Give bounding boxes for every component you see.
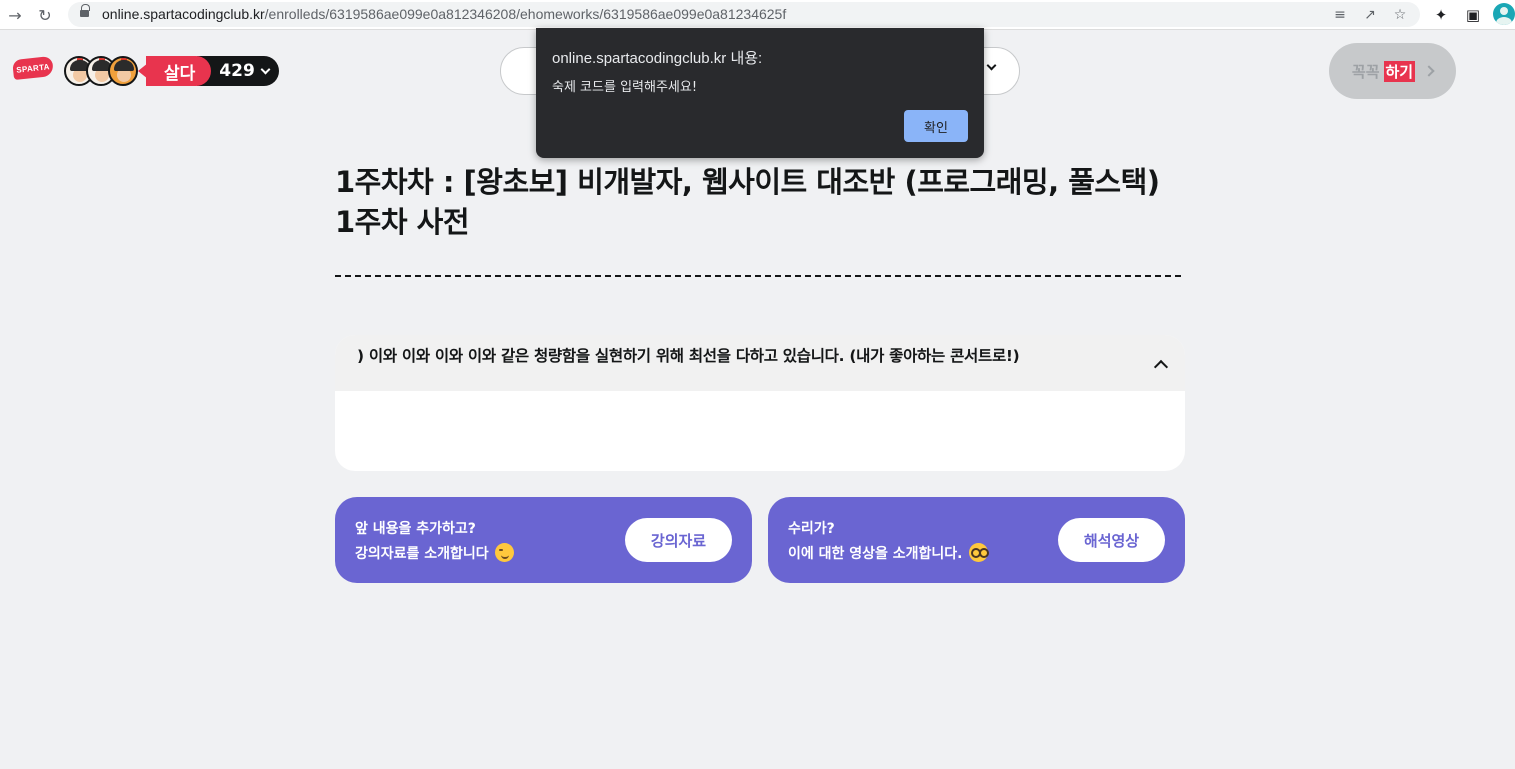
promo-line-1: 앞 내용을 추가하고?	[355, 521, 476, 537]
forward-arrow-icon[interactable]: →	[4, 4, 26, 26]
materials-promo: 앞 내용을 추가하고? 강의자료를 소개합니다 강의자료	[335, 497, 752, 583]
card-text: ) 이와 이와 이와 이와 같은 청량함을 실현하기 위해 최선을 다하고 있습…	[357, 347, 1020, 365]
side-panel-icon[interactable]: ▣	[1462, 4, 1484, 26]
promo-line-2: 강의자료를 소개합니다	[355, 546, 489, 562]
chevron-down-icon	[986, 60, 997, 71]
homework-card: ) 이와 이와 이와 이와 같은 청량함을 실현하기 위해 최선을 다하고 있습…	[335, 335, 1185, 471]
finish-highlight: 하기	[1383, 60, 1416, 82]
lecture-materials-button[interactable]: 강의자료	[625, 518, 732, 562]
card-header[interactable]: ) 이와 이와 이와 이와 같은 청량함을 실현하기 위해 최선을 다하고 있습…	[335, 335, 1185, 391]
finish-prefix: 꼭꼭	[1351, 62, 1380, 81]
promo-line-2: 이에 대한 영상을 소개합니다.	[788, 546, 963, 562]
url-text: online.spartacodingclub.kr/enrolleds/631…	[102, 6, 786, 22]
sparta-logo[interactable]: SPARTA	[12, 55, 54, 81]
level-name: 살다	[137, 56, 212, 86]
bookmark-star-icon[interactable]: ☆	[1390, 5, 1410, 25]
nerd-face-icon	[968, 542, 989, 562]
promo-text: 수리가? 이에 대한 영상을 소개합니다.	[788, 517, 989, 567]
chevron-up-icon[interactable]	[1153, 357, 1169, 373]
extensions-puzzle-icon[interactable]: ✦	[1430, 4, 1452, 26]
promo-line-1: 수리가?	[788, 521, 835, 537]
address-bar[interactable]: online.spartacodingclub.kr/enrolleds/631…	[68, 2, 1420, 27]
video-promo: 수리가? 이에 대한 영상을 소개합니다. 해석영상	[768, 497, 1185, 583]
avatar	[108, 56, 138, 86]
alert-dialog: online.spartacodingclub.kr 내용: 숙제 코드를 입력…	[536, 28, 984, 158]
dialog-title: online.spartacodingclub.kr 내용:	[552, 50, 763, 67]
share-icon[interactable]: ↗	[1360, 5, 1380, 25]
chevron-down-icon	[260, 64, 271, 74]
level-badge[interactable]: 살다 429	[137, 56, 279, 86]
winking-face-icon	[494, 542, 514, 562]
promo-text: 앞 내용을 추가하고? 강의자료를 소개합니다	[355, 517, 514, 567]
explanation-video-button[interactable]: 해석영상	[1058, 518, 1165, 562]
finish-button[interactable]: 꼭꼭 하기	[1329, 43, 1456, 99]
url-host: online.spartacodingclub.kr	[102, 6, 265, 22]
lock-icon[interactable]	[80, 4, 90, 19]
divider	[335, 275, 1181, 277]
points-value: 429	[219, 61, 255, 81]
translate-icon[interactable]: ≡	[1330, 5, 1350, 25]
ok-button[interactable]: 확인	[904, 110, 968, 142]
url-path: /enrolleds/6319586ae099e0a812346208/ehom…	[264, 6, 787, 22]
reload-icon[interactable]: ↻	[34, 4, 56, 26]
chevron-right-icon	[1423, 65, 1435, 77]
page-title: 1주차차 : [왕초보] 비개발자, 웹사이트 대조반 (프로그래밍, 풀스택)…	[335, 165, 1160, 239]
browser-toolbar: → ↻ online.spartacodingclub.kr/enrolleds…	[0, 0, 1515, 30]
profile-avatar-icon[interactable]	[1493, 3, 1515, 25]
dialog-message: 숙제 코드를 입력해주세요!	[552, 80, 698, 95]
